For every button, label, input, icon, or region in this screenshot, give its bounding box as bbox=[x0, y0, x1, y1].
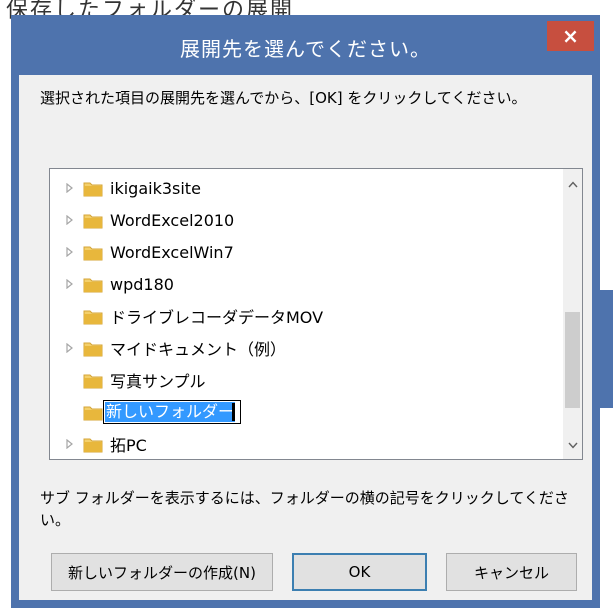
text-caret bbox=[232, 403, 235, 421]
tree-item-label: マイドキュメント（例） bbox=[110, 340, 287, 359]
scrollbar-thumb[interactable] bbox=[565, 312, 580, 408]
new-folder-button[interactable]: 新しいフォルダーの作成(N) bbox=[51, 553, 273, 591]
ok-button[interactable]: OK bbox=[292, 553, 427, 591]
instruction-text: 選択された項目の展開先を選んでから、[OK] をクリックしてください。 bbox=[40, 89, 527, 107]
tree-item-label: 写真サンプル bbox=[110, 372, 206, 391]
expand-arrow-icon[interactable] bbox=[64, 278, 76, 290]
tree-item[interactable]: WordExcelWin7 bbox=[50, 236, 550, 268]
expand-arrow-icon[interactable] bbox=[64, 182, 76, 194]
tree-item-label: WordExcel2010 bbox=[110, 210, 235, 230]
expand-arrow-icon[interactable] bbox=[64, 342, 76, 354]
folder-icon bbox=[83, 342, 103, 356]
tree-item-label: WordExcelWin7 bbox=[110, 242, 234, 262]
folder-icon bbox=[83, 438, 103, 452]
folder-icon bbox=[83, 278, 103, 292]
close-icon: × bbox=[562, 24, 579, 48]
folder-icon bbox=[83, 406, 103, 420]
cancel-button[interactable]: キャンセル bbox=[446, 553, 577, 591]
expand-arrow-icon[interactable] bbox=[64, 246, 76, 258]
tree-item[interactable]: 拓PC bbox=[50, 428, 550, 459]
folder-rename-input[interactable]: 新しいフォルダー bbox=[103, 400, 241, 424]
title-bar[interactable]: 展開先を選んでください。 × bbox=[11, 15, 600, 75]
tree-item[interactable]: 写真サンプル bbox=[50, 364, 550, 396]
folder-icon bbox=[83, 182, 103, 196]
scroll-up-icon[interactable] bbox=[563, 174, 582, 194]
tree-item-label: wpd180 bbox=[110, 274, 174, 294]
tree-item[interactable]: wpd180 bbox=[50, 268, 550, 300]
tree-item[interactable]: ikigaik3site bbox=[50, 172, 550, 204]
close-button[interactable]: × bbox=[547, 21, 594, 51]
tree-item[interactable]: マイドキュメント（例） bbox=[50, 332, 550, 364]
tree-item-label: ikigaik3site bbox=[110, 178, 201, 198]
expand-arrow-icon[interactable] bbox=[64, 438, 76, 450]
expand-arrow-icon[interactable] bbox=[64, 214, 76, 226]
rename-selected-text: 新しいフォルダー bbox=[105, 402, 236, 422]
folder-icon bbox=[83, 310, 103, 324]
tree-item-editing[interactable]: 新しいフォルダー bbox=[50, 396, 550, 428]
dialog-title: 展開先を選んでください。 bbox=[180, 37, 431, 61]
vertical-scrollbar[interactable] bbox=[563, 169, 582, 459]
folder-icon bbox=[83, 246, 103, 260]
folder-icon bbox=[83, 374, 103, 388]
hint-text: サブ フォルダーを表示するには、フォルダーの横の記号をクリックしてください。 bbox=[40, 489, 569, 529]
tree-item[interactable]: WordExcel2010 bbox=[50, 204, 550, 236]
scroll-down-icon[interactable] bbox=[563, 435, 582, 455]
tree-item[interactable]: ドライブレコーダデータMOV bbox=[50, 300, 550, 332]
tree-item-label: 拓PC bbox=[110, 436, 147, 455]
tree-item-label: ドライブレコーダデータMOV bbox=[110, 308, 324, 327]
folder-icon bbox=[83, 214, 103, 228]
folder-tree[interactable]: ikigaik3site WordExcel2010 WordExcelWin7… bbox=[49, 168, 583, 460]
